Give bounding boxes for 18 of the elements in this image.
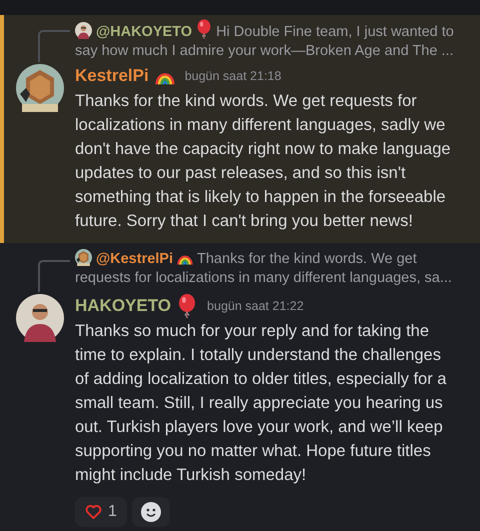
message-text: Thanks for the kind words. We get requests for localizations in many different languages, sadly we don't have the capacity right now to make language updates to our past releases, and so this isn't something that is likely to happen in the forseeable future. Sorry that I can't bring you better news! [75,91,452,232]
heart-icon [85,504,102,520]
avatar [16,294,64,342]
smiley-icon [140,502,161,522]
add-reaction-button[interactable] [132,497,170,527]
avatar [75,22,92,39]
reply-connector [38,260,72,292]
reply-preview[interactable]: @HAKOYETO Hi Double Fine team, I just wanted to say how much I admire your work—Broken Age and The ... [75,19,456,62]
reaction-button[interactable]: 1 [75,497,127,527]
avatar [75,249,92,266]
reply-preview[interactable]: @KestrelPi Thanks for the kind words. We get requests for localizations in many different languages, sa... [75,249,456,292]
reply-connector [38,30,72,62]
timestamp: bugün saat 21:18 [184,68,282,85]
author-name[interactable]: HAKOYETO [75,293,172,319]
avatar [16,64,64,112]
author-name[interactable]: KestrelPi [75,63,149,89]
timestamp: bugün saat 21:22 [207,298,304,315]
message-text: Thanks so much for your reply and for taking the time to explain. I totally understand the challenges of adding localization to older titles, especially for a small team. Still, I really appreciate you hearing us out. Turkish players love your work, and we’ll keep supporting you no matter what. Hope future titles might include Turkish someday! [75,321,448,486]
